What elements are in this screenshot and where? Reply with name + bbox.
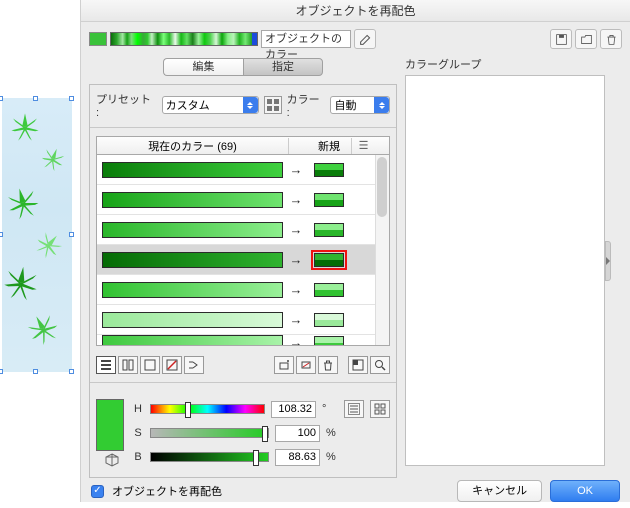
dialog-title: オブジェクトを再配色 [81, 0, 630, 22]
recolor-checkbox-label[interactable]: オブジェクトを再配色 [112, 483, 222, 499]
preset-label: プリセット : [96, 91, 157, 119]
color-mode-select[interactable]: 自動 [330, 96, 390, 114]
color-bar[interactable] [102, 335, 283, 346]
artwork-preview [2, 98, 72, 372]
new-color-chip[interactable] [314, 163, 344, 177]
new-color-chip[interactable] [314, 193, 344, 207]
color-bar[interactable] [102, 222, 283, 238]
arrow-icon[interactable]: → [287, 312, 305, 327]
color-bar[interactable] [102, 312, 283, 328]
b-label: B [132, 451, 144, 463]
exclude-row-icon[interactable] [296, 356, 316, 374]
new-color-chip[interactable] [314, 313, 344, 327]
color-groups-label: カラーグループ [405, 56, 605, 72]
colorize-grid-icon[interactable] [264, 96, 282, 114]
arrow-icon[interactable]: → [287, 162, 305, 177]
arrow-icon[interactable]: → [287, 222, 305, 237]
cancel-button[interactable]: キャンセル [457, 480, 542, 502]
caret-icon [243, 97, 258, 113]
canvas-selection[interactable] [0, 98, 72, 372]
recolor-dialog: オブジェクトを再配色 オブジェクトのカラー 編集 指定 プリセット : カスタム [80, 0, 630, 502]
bri-field[interactable]: 88.63 [275, 449, 320, 466]
handle-bottom-left[interactable] [0, 369, 3, 374]
h-label: H [132, 403, 144, 415]
current-artwork-swatch[interactable] [89, 32, 107, 46]
table-row[interactable]: → [97, 215, 389, 245]
tab-edit[interactable]: 編集 [163, 58, 243, 76]
merge-icon[interactable] [184, 356, 204, 374]
view-list-icon[interactable] [96, 356, 116, 374]
object-color-field[interactable]: オブジェクトのカラー [261, 30, 351, 48]
arrow-icon[interactable]: → [287, 282, 305, 297]
handle-mid-top[interactable] [33, 96, 38, 101]
table-row[interactable]: → [97, 245, 389, 275]
new-color-chip[interactable] [314, 253, 344, 267]
caret-icon [374, 97, 389, 113]
arrow-icon[interactable]: → [287, 252, 305, 267]
color-bar[interactable] [102, 252, 283, 268]
color-groups-area[interactable] [405, 75, 605, 466]
degree-unit: ° [322, 403, 334, 415]
view-split-icon[interactable] [118, 356, 138, 374]
s-label: S [132, 427, 144, 439]
edit-icon-button[interactable] [354, 29, 376, 49]
color-bar[interactable] [102, 192, 283, 208]
th-current[interactable]: 現在のカラー (69) [97, 138, 289, 154]
new-color-chip[interactable] [314, 336, 344, 346]
new-color-chip[interactable] [314, 223, 344, 237]
table-scrollbar[interactable] [375, 155, 389, 345]
delete-group-button[interactable] [600, 29, 622, 49]
table-row[interactable]: → [97, 275, 389, 305]
color-mode-value: 自動 [334, 97, 356, 113]
preset-select[interactable]: カスタム [162, 96, 259, 114]
sat-slider[interactable] [150, 428, 269, 438]
color-spectrum-bar[interactable] [110, 32, 258, 46]
new-color-chip[interactable] [314, 283, 344, 297]
table-row[interactable]: → [97, 305, 389, 335]
color-bar[interactable] [102, 282, 283, 298]
new-group-button[interactable] [575, 29, 597, 49]
preset-value: カスタム [166, 97, 210, 113]
trash-icon[interactable] [318, 356, 338, 374]
new-row-icon[interactable] [274, 356, 294, 374]
handle-mid-left[interactable] [0, 232, 3, 237]
recolor-checkbox[interactable] [91, 485, 104, 498]
topbar: オブジェクトのカラー [81, 22, 630, 56]
tab-assign[interactable]: 指定 [243, 58, 323, 76]
link-sliders-icon[interactable] [344, 400, 364, 418]
color-table: 現在のカラー (69) 新規 ☰ → → → → → → → [96, 136, 390, 346]
view-single-icon[interactable] [140, 356, 160, 374]
mode-tabs: 編集 指定 [89, 58, 397, 76]
hsb-color-swatch[interactable] [96, 399, 124, 451]
handle-top-right[interactable] [69, 96, 74, 101]
table-row[interactable]: → [97, 335, 389, 345]
hue-slider[interactable] [150, 404, 265, 414]
scroll-thumb[interactable] [377, 157, 387, 217]
ok-button[interactable]: OK [550, 480, 620, 502]
hue-field[interactable]: 108.32 [271, 401, 316, 418]
table-row[interactable]: → [97, 155, 389, 185]
color-mode-label: カラー : [287, 91, 326, 119]
color-bar[interactable] [102, 162, 283, 178]
handle-bottom-right[interactable] [69, 369, 74, 374]
sat-field[interactable]: 100 [275, 425, 320, 442]
expand-handle[interactable] [605, 241, 611, 281]
arrow-icon[interactable]: → [287, 192, 305, 207]
table-options-menu[interactable]: ☰ [352, 139, 375, 152]
handle-mid-bottom[interactable] [33, 369, 38, 374]
swatch-picker-icon[interactable] [348, 356, 368, 374]
pct-unit: % [326, 427, 338, 439]
exclude-icon[interactable] [162, 356, 182, 374]
th-new[interactable]: 新規 [307, 138, 352, 154]
save-group-button[interactable] [550, 29, 572, 49]
handle-mid-right[interactable] [69, 232, 74, 237]
color-mode-icon[interactable] [370, 400, 390, 418]
table-row[interactable]: → [97, 185, 389, 215]
color-cube-icon[interactable] [105, 453, 119, 467]
bri-slider[interactable] [150, 452, 269, 462]
pct-unit: % [326, 451, 338, 463]
magnify-icon[interactable] [370, 356, 390, 374]
handle-top-left[interactable] [0, 96, 3, 101]
arrow-icon[interactable]: → [287, 335, 305, 345]
